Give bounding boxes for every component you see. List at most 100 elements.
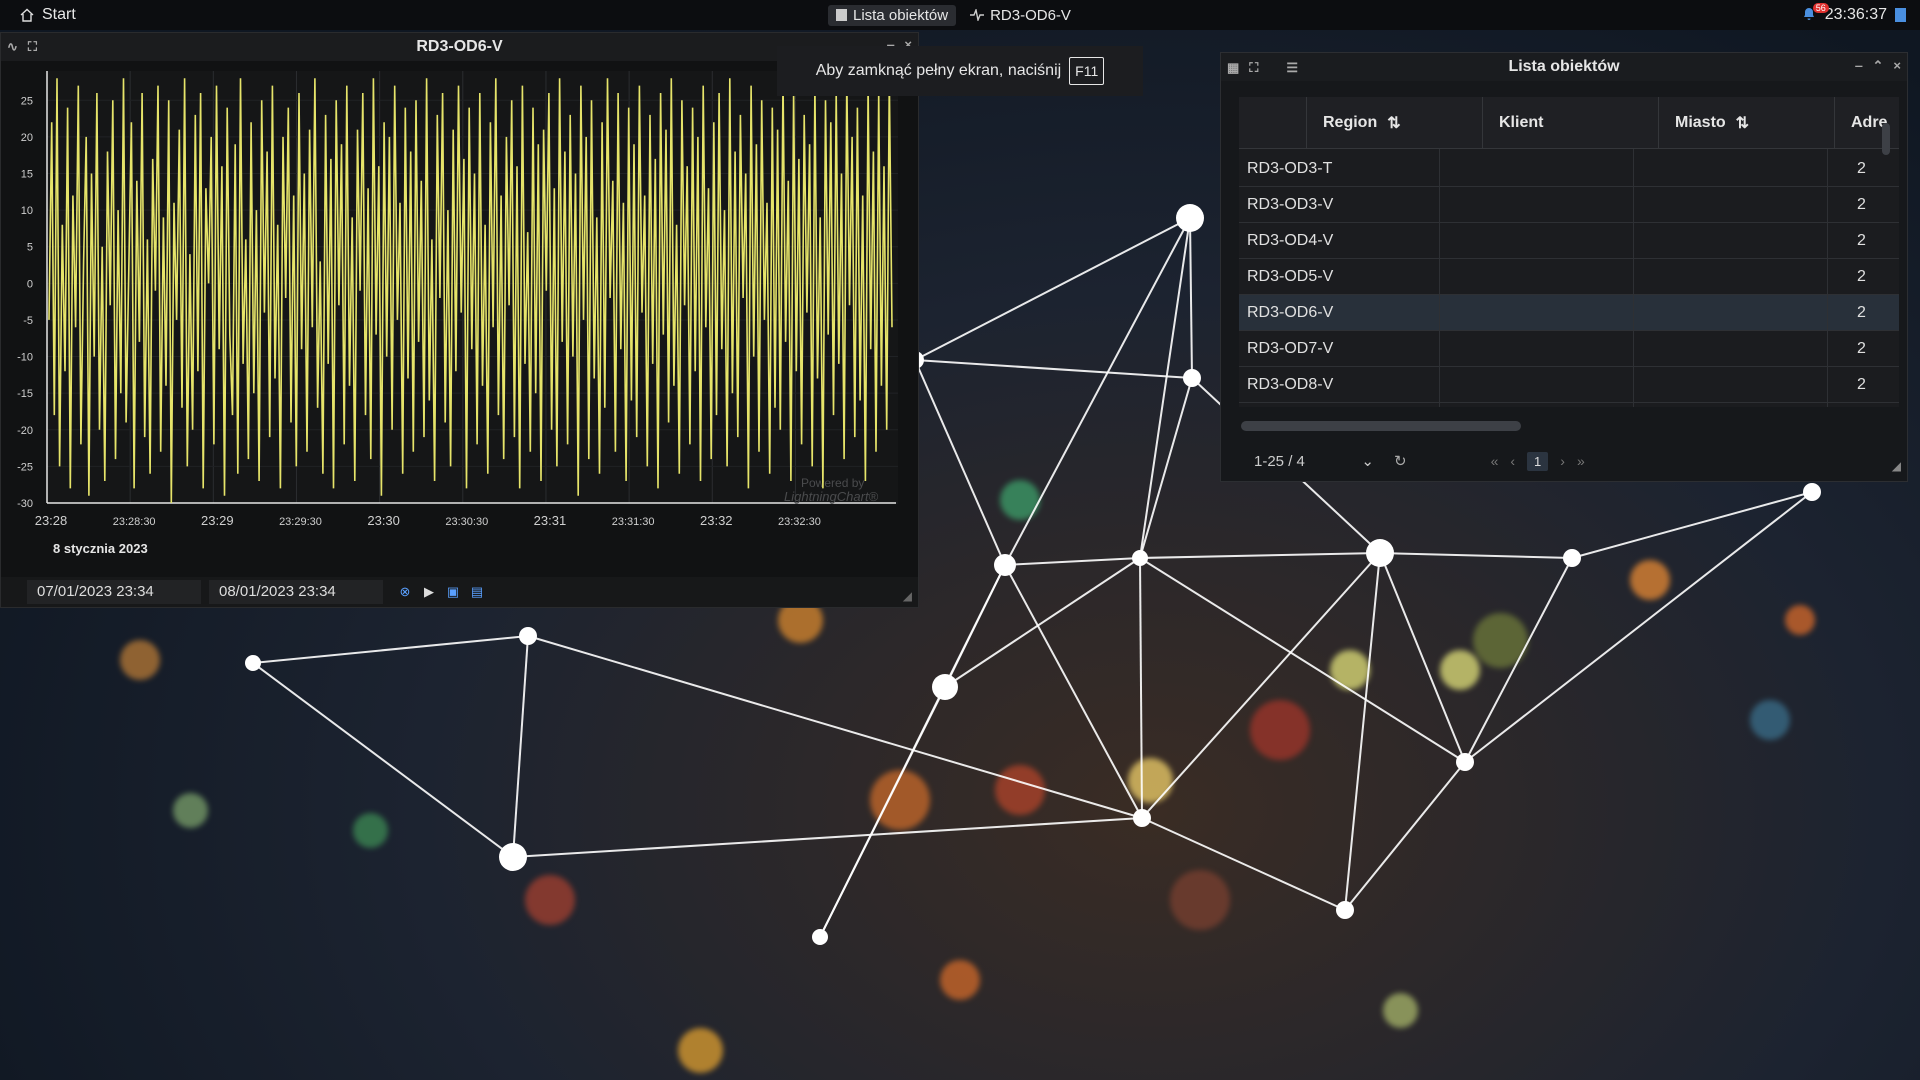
column-divider [1827,149,1828,407]
chevron-down-icon: ⌄ [1361,453,1374,470]
list-window-titlebar[interactable]: ▦ ⛶ ☰ Lista obiektów ‒ ⌃ × [1221,53,1907,81]
fullscreen-toast: Aby zamknąć pełny ekran, naciśnij F11 [777,46,1143,96]
x-tick-label: 23:32:30 [778,516,821,528]
prev-page-icon[interactable]: ‹ [1510,453,1515,469]
resize-grip-icon[interactable]: ◢ [903,589,912,603]
taskbar-tab-label: Lista obiektów [853,6,949,24]
y-tick-label: 20 [21,132,33,144]
network-edge [527,635,1143,819]
fullscreen-icon[interactable]: ⛶ [28,39,37,55]
network-edge [1139,217,1191,559]
maximize-icon[interactable]: ⌃ [1873,58,1884,74]
sort-icon[interactable]: ⇅ [1387,113,1400,133]
adres-cell: 2 [1857,196,1866,213]
show-desktop-icon[interactable] [1895,8,1906,22]
minimize-icon[interactable]: ‒ [1855,58,1862,74]
column-header-miasto[interactable]: Miasto ⇅ [1659,97,1835,149]
column-header-region[interactable]: Region ⇅ [1307,97,1483,149]
network-edge [1571,491,1813,559]
taskbar-tabs: Lista obiektów RD3-OD6-V [828,0,1079,30]
table-row[interactable]: RD3-OD5-V 2 [1239,259,1899,295]
x-tick-label: 23:32 [700,513,733,528]
first-page-icon[interactable]: « [1491,453,1499,469]
network-edge [1004,557,1141,566]
adres-cell: 2 [1857,268,1866,285]
column-header-label: Region [1323,113,1378,131]
y-tick-label: 0 [27,278,33,290]
x-tick-label: 23:31:30 [612,516,655,528]
list-options-icon[interactable]: ☰ [1286,60,1298,76]
network-node [1366,539,1394,567]
taskbar-tab-lista-obiektow[interactable]: Lista obiektów [828,4,957,26]
y-tick-label: 10 [21,205,33,217]
refresh-icon[interactable]: ↻ [1394,452,1407,470]
table-row[interactable]: RD3-OD3-T 2 [1239,151,1899,187]
column-header-klient[interactable]: Klient [1483,97,1659,149]
last-page-icon[interactable]: » [1577,453,1585,469]
current-page[interactable]: 1 [1527,451,1549,471]
close-icon[interactable]: × [1893,58,1901,74]
system-tray: 56 23:36:37 [1801,0,1906,30]
table-row[interactable]: RD3-OD8-V 2 [1239,367,1899,403]
play-icon[interactable]: ▶ [421,584,437,600]
horizontal-scrollbar[interactable] [1241,421,1521,431]
line-chart[interactable]: 23:28 23:28:30 23:29 23:29:30 23:30 23:30:30 2… [1,61,918,571]
network-edge [512,635,529,858]
y-tick-label: -25 [17,461,33,473]
next-page-icon[interactable]: › [1560,453,1565,469]
table-row[interactable]: RD3-OD7-V 2 [1239,331,1899,367]
x-tick-label: 23:31 [534,513,567,528]
network-edge [1139,557,1466,763]
data-export-icon[interactable]: ▤ [469,584,485,600]
toast-key: F11 [1069,57,1105,85]
resize-grip-icon[interactable]: ◢ [1892,459,1901,473]
region-cell: RD3-OD3-T [1247,160,1333,177]
network-edge [1464,491,1813,763]
object-table: Region ⇅ Klient Miasto ⇅ Adre RD3-OD3-T … [1239,97,1899,407]
x-tick-label: 23:30:30 [445,516,488,528]
network-edge [1344,761,1466,911]
fullscreen-icon[interactable]: ⛶ [1249,60,1258,76]
network-node [1336,901,1354,919]
network-node [1803,483,1821,501]
adres-cell: 2 [1857,160,1866,177]
network-node [1563,549,1581,567]
sort-icon[interactable]: ⇅ [1736,113,1749,133]
y-tick-label: 15 [21,169,33,181]
taskbar-tab-chart[interactable]: RD3-OD6-V [962,5,1079,26]
region-cell: RD3-OD4-V [1247,232,1334,249]
date-label: 8 stycznia 2023 [53,541,148,556]
adres-cell: 2 [1857,304,1866,321]
from-date-field[interactable]: 07/01/2023 23:34 [27,580,201,604]
notifications-button[interactable]: 56 [1801,2,1829,26]
network-edge [914,359,1006,566]
y-tick-label: 5 [27,242,33,254]
clock: 23:36:37 [1824,6,1887,23]
table-row[interactable]: RD3-OD4-V 2 [1239,223,1899,259]
reset-icon[interactable]: ⊗ [397,584,413,600]
network-edge [1464,557,1573,763]
pagination-bar: 1-25 / 4 ⌄ ↻ « ‹ 1 › » ◢ [1221,443,1907,479]
column-header-label: Miasto [1675,113,1726,131]
start-button[interactable]: Start [20,6,76,24]
region-cell: RD3-OD5-V [1247,268,1334,285]
page-size-select[interactable]: 1-25 / 4 ⌄ [1248,449,1380,473]
list-window-title: Lista obiektów [1508,58,1620,75]
column-header-select[interactable] [1239,97,1307,149]
network-edge [252,635,529,664]
table-row-selected[interactable]: RD3-OD6-V 2 [1239,295,1899,331]
pulse-icon: ∿ [7,39,18,54]
network-edge [252,662,514,858]
network-edge [819,686,946,938]
image-export-icon[interactable]: ▣ [445,584,461,600]
network-node [812,929,828,945]
y-tick-label: -5 [23,315,33,327]
to-date-field[interactable]: 08/01/2023 23:34 [209,580,383,604]
vertical-scrollbar[interactable] [1882,123,1890,155]
network-edge [944,557,1141,688]
y-tick-label: -20 [17,425,33,437]
table-row[interactable]: RD3-OD3-V 2 [1239,187,1899,223]
network-edge [1139,552,1381,559]
watermark-line2: LightningChart® [784,489,879,504]
region-cell: RD3-OD7-V [1247,340,1334,357]
